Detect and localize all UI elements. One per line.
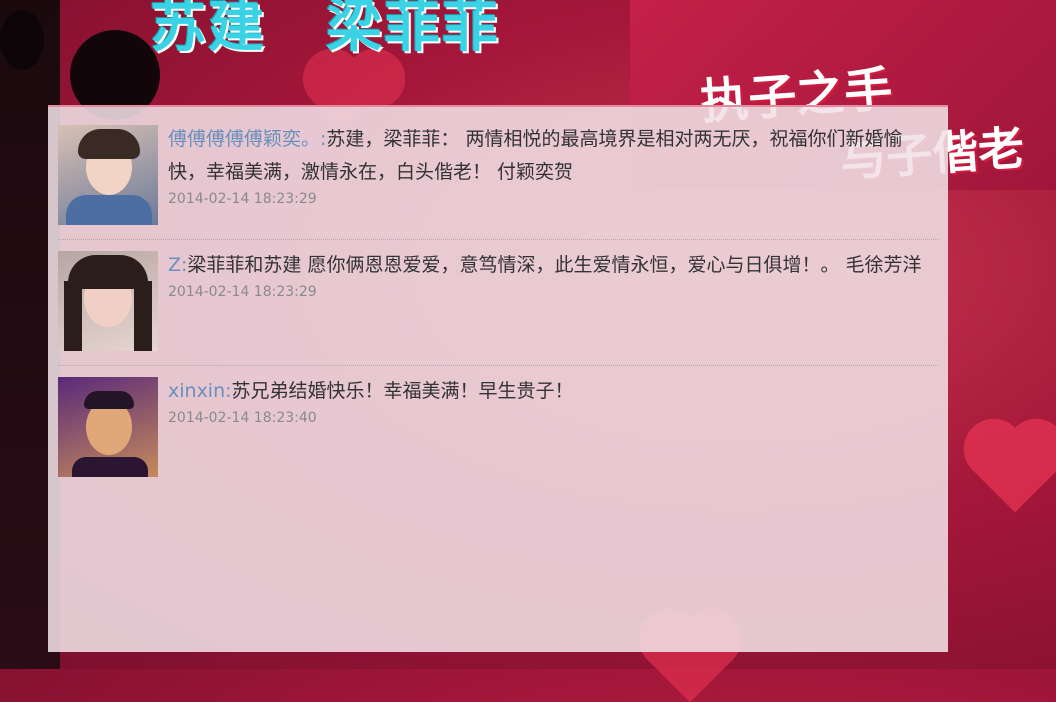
couple-names-title: 苏建 梁菲菲: [150, 0, 560, 60]
comment-divider: [58, 365, 938, 366]
comment-body: 傅傅傅傅傅颖奕。:苏建，梁菲菲： 两情相悦的最高境界是相对两无厌，祝福你们新婚愉…: [168, 125, 928, 207]
comment-body: Z:梁菲菲和苏建 愿你俩恩恩爱爱，意笃情深，此生爱情永恒，爱心与日俱增！。 毛徐…: [168, 251, 928, 300]
comment-message: 苏兄弟结婚快乐！幸福美满！早生贵子！: [231, 380, 574, 402]
heart-decoration: [972, 427, 1056, 513]
bride-name: 梁菲菲: [326, 0, 500, 60]
comment-timestamp: 2014-02-14 18:23:29: [168, 191, 317, 207]
comment-divider: [58, 239, 938, 240]
comment-text: xinxin:苏兄弟结婚快乐！幸福美满！早生贵子！: [168, 375, 928, 408]
comment-message: 梁菲菲和苏建 愿你俩恩恩爱爱，意笃情深，此生爱情永恒，爱心与日俱增！。 毛徐芳洋: [187, 254, 922, 276]
avatar[interactable]: [58, 377, 158, 477]
blessing-comments-panel[interactable]: 傅傅傅傅傅颖奕。:苏建，梁菲菲： 两情相悦的最高境界是相对两无厌，祝福你们新婚愉…: [48, 105, 948, 652]
comment-timestamp: 2014-02-14 18:23:29: [168, 284, 317, 300]
commenter-name[interactable]: xinxin:: [168, 380, 232, 402]
silhouette-head-left: [0, 10, 44, 70]
avatar[interactable]: [58, 125, 158, 225]
comment-timestamp: 2014-02-14 18:23:40: [168, 410, 317, 426]
commenter-name[interactable]: Z:: [168, 254, 187, 276]
avatar[interactable]: [58, 251, 158, 351]
comment-body: xinxin:苏兄弟结婚快乐！幸福美满！早生贵子！ 2014-02-14 18:…: [168, 377, 928, 426]
groom-name: 苏建: [150, 0, 266, 60]
comment-text: 傅傅傅傅傅颖奕。:苏建，梁菲菲： 两情相悦的最高境界是相对两无厌，祝福你们新婚愉…: [168, 123, 928, 189]
comment-text: Z:梁菲菲和苏建 愿你俩恩恩爱爱，意笃情深，此生爱情永恒，爱心与日俱增！。 毛徐…: [168, 249, 928, 282]
commenter-name[interactable]: 傅傅傅傅傅颖奕。:: [168, 128, 326, 150]
